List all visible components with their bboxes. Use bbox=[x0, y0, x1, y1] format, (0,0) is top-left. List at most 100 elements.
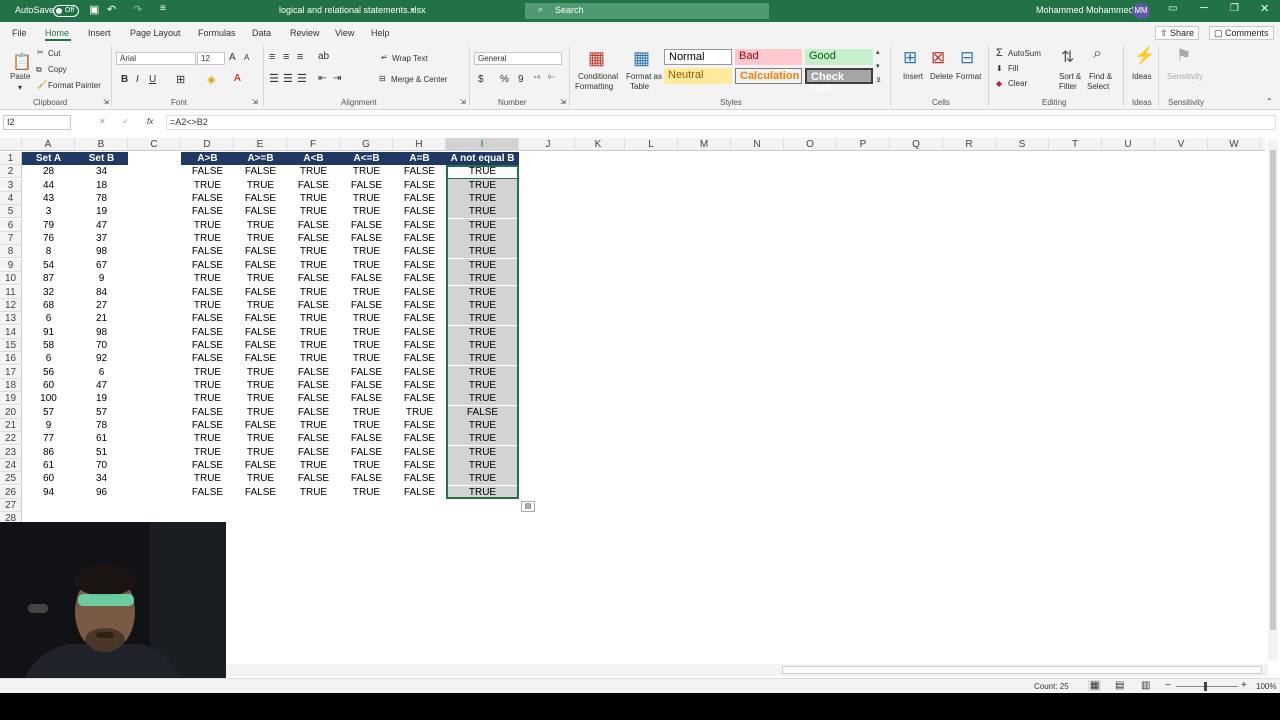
cell-e17[interactable]: TRUE bbox=[234, 366, 287, 379]
underline-button[interactable]: U bbox=[149, 74, 156, 85]
cell-h7[interactable]: FALSE bbox=[393, 232, 446, 245]
zoom-out-icon[interactable]: − bbox=[1165, 680, 1171, 691]
cell-b22[interactable]: 61 bbox=[75, 432, 128, 445]
cell-h15[interactable]: FALSE bbox=[393, 339, 446, 352]
cell-g14[interactable]: TRUE bbox=[340, 326, 393, 339]
cell-d18[interactable]: TRUE bbox=[181, 379, 234, 392]
cell-a17[interactable]: 56 bbox=[22, 366, 75, 379]
style-bad[interactable]: Bad bbox=[735, 49, 802, 65]
italic-button[interactable]: I bbox=[136, 74, 139, 85]
cell-g10[interactable]: FALSE bbox=[340, 272, 393, 285]
row-header-18[interactable]: 18 bbox=[0, 378, 22, 392]
cell-f23[interactable]: FALSE bbox=[287, 446, 340, 459]
cell-f3[interactable]: FALSE bbox=[287, 179, 340, 192]
cell-f9[interactable]: TRUE bbox=[287, 259, 340, 272]
sort-filter-label1[interactable]: Sort & bbox=[1059, 72, 1081, 81]
cell-f21[interactable]: TRUE bbox=[287, 419, 340, 432]
column-header-k[interactable]: K bbox=[572, 138, 625, 151]
cell-a11[interactable]: 32 bbox=[22, 286, 75, 299]
column-header-d[interactable]: D bbox=[181, 138, 234, 151]
header-cell-f[interactable]: A<B bbox=[287, 152, 340, 165]
cell-h20[interactable]: TRUE bbox=[393, 406, 446, 419]
cell-a6[interactable]: 79 bbox=[22, 219, 75, 232]
cell-d17[interactable]: TRUE bbox=[181, 366, 234, 379]
cell-f19[interactable]: FALSE bbox=[287, 392, 340, 405]
column-header-h[interactable]: H bbox=[393, 138, 446, 151]
cell-d11[interactable]: FALSE bbox=[181, 286, 234, 299]
cell-a23[interactable]: 86 bbox=[22, 446, 75, 459]
cell-h4[interactable]: FALSE bbox=[393, 192, 446, 205]
insert-cells-button[interactable]: Insert bbox=[903, 72, 923, 81]
row-header-22[interactable]: 22 bbox=[0, 432, 22, 446]
cell-b21[interactable]: 78 bbox=[75, 419, 128, 432]
cell-i6[interactable]: TRUE bbox=[446, 218, 519, 232]
format-painter-button[interactable]: Format Painter bbox=[48, 81, 101, 90]
cell-f22[interactable]: FALSE bbox=[287, 432, 340, 445]
cell-a2[interactable]: 28 bbox=[22, 165, 75, 178]
increase-decimal-icon[interactable]: ⁺⁰ bbox=[533, 74, 540, 83]
clipboard-launcher-icon[interactable]: ⇲ bbox=[103, 98, 109, 106]
cell-f6[interactable]: FALSE bbox=[287, 219, 340, 232]
clear-icon[interactable]: ◆ bbox=[996, 79, 1002, 88]
cell-h21[interactable]: FALSE bbox=[393, 419, 446, 432]
cell-e26[interactable]: FALSE bbox=[234, 486, 287, 499]
cell-h5[interactable]: FALSE bbox=[393, 205, 446, 218]
row-header-1[interactable]: 1 bbox=[0, 152, 22, 165]
cell-d16[interactable]: FALSE bbox=[181, 352, 234, 365]
cell-g4[interactable]: TRUE bbox=[340, 192, 393, 205]
cell-b16[interactable]: 92 bbox=[75, 352, 128, 365]
cell-e12[interactable]: TRUE bbox=[234, 299, 287, 312]
menu-insert[interactable]: Insert bbox=[88, 28, 111, 38]
comma-button[interactable]: 9 bbox=[518, 74, 524, 85]
borders-icon[interactable]: ⊞ bbox=[176, 73, 185, 86]
find-select-label1[interactable]: Find & bbox=[1089, 72, 1112, 81]
header-cell-g[interactable]: A<=B bbox=[340, 152, 393, 165]
paste-icon[interactable]: 📋 bbox=[12, 52, 32, 72]
cell-a16[interactable]: 6 bbox=[22, 352, 75, 365]
column-header-f[interactable]: F bbox=[287, 138, 340, 151]
merge-center-button[interactable]: Merge & Center bbox=[391, 75, 447, 84]
cell-b5[interactable]: 19 bbox=[75, 205, 128, 218]
cell-g20[interactable]: TRUE bbox=[340, 406, 393, 419]
cell-a21[interactable]: 9 bbox=[22, 419, 75, 432]
cell-i21[interactable]: TRUE bbox=[446, 419, 519, 432]
cell-i14[interactable]: TRUE bbox=[446, 325, 519, 339]
cell-b15[interactable]: 70 bbox=[75, 339, 128, 352]
cell-b3[interactable]: 18 bbox=[75, 179, 128, 192]
cell-d13[interactable]: FALSE bbox=[181, 312, 234, 325]
cell-f7[interactable]: FALSE bbox=[287, 232, 340, 245]
cell-e9[interactable]: FALSE bbox=[234, 259, 287, 272]
cell-b11[interactable]: 84 bbox=[75, 286, 128, 299]
menu-page-layout[interactable]: Page Layout bbox=[130, 28, 181, 38]
cell-i16[interactable]: TRUE bbox=[446, 352, 519, 366]
header-cell-i[interactable]: A not equal B bbox=[446, 152, 519, 165]
row-header-20[interactable]: 20 bbox=[0, 405, 22, 419]
cell-i19[interactable]: TRUE bbox=[446, 392, 519, 406]
autosum-icon[interactable]: Σ bbox=[996, 47, 1003, 59]
cell-h19[interactable]: FALSE bbox=[393, 392, 446, 405]
column-header-p[interactable]: P bbox=[837, 138, 890, 151]
cell-h2[interactable]: FALSE bbox=[393, 165, 446, 178]
cell-f2[interactable]: TRUE bbox=[287, 165, 340, 178]
orientation-icon[interactable]: ab bbox=[318, 51, 329, 62]
cell-a3[interactable]: 44 bbox=[22, 179, 75, 192]
cell-i5[interactable]: TRUE bbox=[446, 205, 519, 219]
percent-button[interactable]: % bbox=[500, 74, 509, 85]
cell-i15[interactable]: TRUE bbox=[446, 338, 519, 352]
row-header-10[interactable]: 10 bbox=[0, 272, 22, 286]
cell-b17[interactable]: 6 bbox=[75, 366, 128, 379]
decrease-decimal-icon[interactable]: ⁰⁻ bbox=[548, 74, 555, 83]
format-as-table-icon[interactable]: ▦ bbox=[633, 48, 650, 69]
column-header-a[interactable]: A bbox=[22, 138, 75, 151]
row-header-26[interactable]: 26 bbox=[0, 485, 22, 499]
select-all-corner[interactable] bbox=[0, 138, 22, 151]
cell-d24[interactable]: FALSE bbox=[181, 459, 234, 472]
styles-scroll-down-icon[interactable]: ▾ bbox=[876, 62, 880, 70]
row-header-19[interactable]: 19 bbox=[0, 392, 22, 406]
style-good[interactable]: Good bbox=[805, 49, 873, 65]
cell-h10[interactable]: FALSE bbox=[393, 272, 446, 285]
cell-i23[interactable]: TRUE bbox=[446, 445, 519, 459]
cell-d26[interactable]: FALSE bbox=[181, 486, 234, 499]
cell-d3[interactable]: TRUE bbox=[181, 179, 234, 192]
cell-g19[interactable]: FALSE bbox=[340, 392, 393, 405]
